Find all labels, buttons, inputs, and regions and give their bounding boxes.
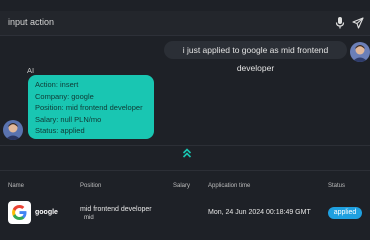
ai-line: Company: google [35, 91, 94, 101]
google-logo-icon [8, 201, 31, 224]
divider [0, 170, 370, 171]
header-status[interactable]: Status [328, 183, 345, 189]
action-input[interactable]: input action [8, 17, 54, 27]
position-title: mid frontend developer [80, 206, 152, 213]
ai-line: Position: mid frontend developer [35, 103, 143, 112]
status-badge[interactable]: applied [328, 207, 362, 219]
header-name[interactable]: Name [8, 183, 24, 189]
double-chevron-up-icon[interactable] [180, 147, 194, 159]
position-level: mid [84, 215, 94, 221]
divider [0, 145, 370, 146]
ai-line: Status: applied [35, 126, 85, 135]
ai-line: Action: insert [35, 80, 79, 89]
company-name: google [35, 209, 58, 216]
user-message-bubble: i just applied to google as mid frontend… [164, 41, 347, 73]
application-time: Mon, 24 Jun 2024 00:18:49 GMT [208, 209, 311, 216]
user-avatar [350, 42, 370, 62]
ai-avatar [3, 120, 23, 140]
header-application-time[interactable]: Application time [208, 183, 250, 189]
ai-label: AI [27, 66, 35, 75]
header-position[interactable]: Position [80, 183, 101, 189]
send-icon[interactable] [352, 16, 364, 29]
microphone-icon[interactable] [335, 16, 345, 30]
header-salary[interactable]: Salary [173, 183, 190, 189]
ai-response-bubble: Action: insert Company: google Position:… [28, 75, 154, 139]
action-input-bar[interactable]: input action [0, 11, 370, 36]
ai-line: Salary: null PLN/mo [35, 114, 102, 124]
